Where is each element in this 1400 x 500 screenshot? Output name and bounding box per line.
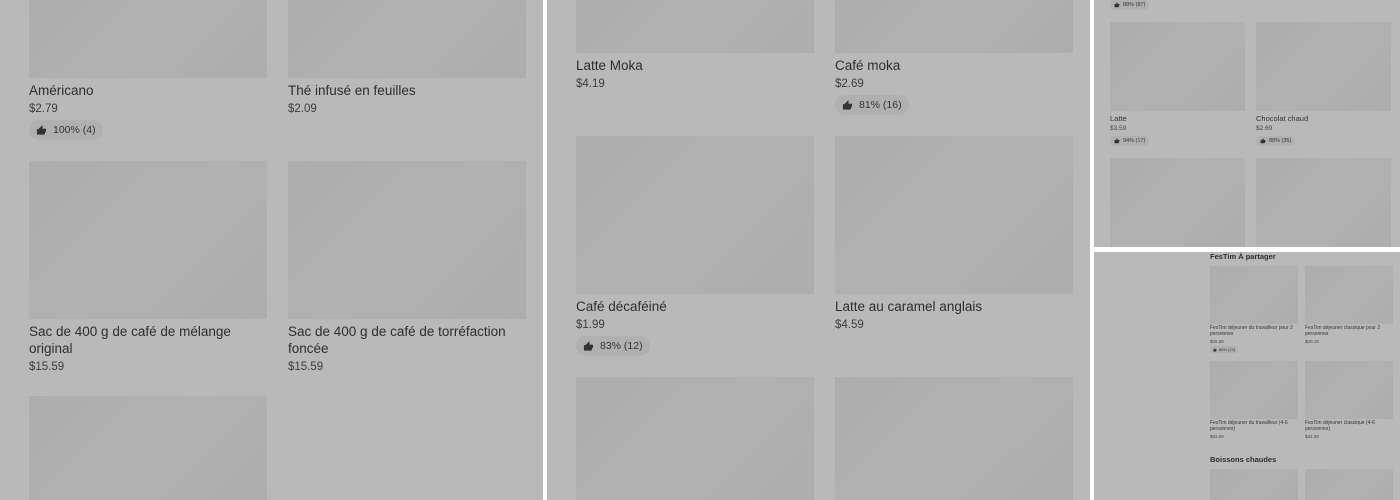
product-price: $2.69 — [1256, 125, 1273, 132]
product-name[interactable]: Chocolat chaud — [1256, 114, 1308, 123]
product-price: $3.59 — [1110, 125, 1127, 132]
product-name[interactable]: Sac de 400 g de café de mélange original — [29, 323, 259, 357]
product-image-cafe-decafeine[interactable] — [576, 136, 814, 294]
product-price: $52.59 — [1210, 434, 1224, 439]
product-name[interactable]: FesTim déjeuner du travailleur (4-6 pers… — [1210, 420, 1298, 432]
product-name[interactable]: Latte Moka — [576, 57, 643, 74]
product-image-sac-melange[interactable] — [29, 161, 267, 319]
product-image[interactable] — [1256, 158, 1391, 247]
product-image[interactable] — [576, 377, 814, 500]
product-name[interactable]: Latte au caramel anglais — [835, 298, 982, 315]
rating-text: 83% (12) — [600, 340, 643, 352]
thumbs-up-icon — [842, 99, 853, 111]
product-image-latte-caramel[interactable] — [835, 136, 1073, 294]
product-image[interactable] — [1210, 469, 1298, 500]
product-image[interactable] — [1210, 266, 1298, 324]
rating-text: 88% (87) — [1123, 2, 1146, 8]
menu-panel-1: Américano $2.79 100% (4) Thé infusé en f… — [0, 0, 543, 500]
product-price: $2.79 — [29, 103, 58, 115]
menu-panel-2: Latte Moka $4.19 Café moka $2.69 81% (16… — [547, 0, 1090, 500]
product-price: $2.69 — [835, 78, 864, 90]
product-name[interactable]: FesTim déjeuner du travailleur pour 2 pe… — [1210, 325, 1298, 337]
product-image-americano[interactable] — [29, 0, 267, 78]
section-heading: FesTim À partager — [1210, 252, 1276, 261]
product-image[interactable] — [1305, 266, 1393, 324]
product-image[interactable] — [1305, 361, 1393, 419]
product-price: $15.59 — [288, 361, 324, 373]
product-price: $42.29 — [1305, 434, 1319, 439]
product-image-latte[interactable] — [1110, 22, 1245, 111]
product-image[interactable] — [29, 396, 267, 500]
product-price: $15.59 — [29, 361, 65, 373]
rating-text: 88% (35) — [1269, 138, 1292, 144]
product-name[interactable]: Café moka — [835, 57, 900, 74]
section-heading: Boissons chaudes — [1210, 455, 1277, 464]
product-name[interactable]: FesTim déjeuner classique (4-6 personnes… — [1305, 420, 1393, 432]
product-image[interactable] — [1305, 469, 1393, 500]
product-price: $25.69 — [1210, 339, 1224, 344]
product-image-the-infuse[interactable] — [288, 0, 526, 78]
thumbs-up-icon — [36, 124, 47, 136]
thumbs-up-icon — [1260, 138, 1266, 144]
rating-badge: 100% (4) — [29, 120, 103, 140]
rating-badge: 81% (16) — [835, 95, 909, 115]
thumbs-up-icon — [1114, 138, 1120, 144]
rating-badge: 88% (35) — [1256, 136, 1296, 146]
product-name[interactable]: Sac de 400 g de café de torréfaction fon… — [288, 323, 526, 357]
rating-badge: 94% (17) — [1110, 136, 1150, 146]
product-name[interactable]: FesTim déjeuner classique pour 2 personn… — [1305, 325, 1393, 337]
thumbs-up-icon — [1114, 2, 1120, 8]
rating-badge: 88% (87) — [1110, 0, 1150, 10]
thumbs-up-icon — [1213, 347, 1217, 351]
menu-panel-3: 88% (87) Latte $3.59 94% (17) Chocolat c… — [1094, 0, 1400, 247]
product-image-chocolat-chaud[interactable] — [1256, 22, 1391, 111]
rating-text: 94% (17) — [1123, 138, 1146, 144]
product-image-sac-torrefaction[interactable] — [288, 161, 526, 319]
rating-text: 81% (16) — [859, 99, 902, 111]
rating-text: 100% (4) — [53, 124, 96, 136]
rating-badge: 86% (22) — [1210, 346, 1239, 353]
product-price: $20.19 — [1305, 339, 1319, 344]
menu-panel-4: FesTim À partager FesTim déjeuner du tra… — [1094, 252, 1400, 500]
product-name[interactable]: Café décaféiné — [576, 298, 667, 315]
product-name[interactable]: Latte — [1110, 114, 1127, 123]
rating-badge: 83% (12) — [576, 336, 650, 356]
product-name[interactable]: Américano — [29, 82, 94, 99]
product-image[interactable] — [835, 377, 1073, 500]
product-price: $2.09 — [288, 103, 317, 115]
product-price: $1.99 — [576, 319, 605, 331]
product-image[interactable] — [1210, 361, 1298, 419]
thumbs-up-icon — [583, 340, 594, 352]
product-image-latte-moka[interactable] — [576, 0, 814, 53]
product-price: $4.19 — [576, 78, 605, 90]
product-image[interactable] — [1110, 158, 1245, 247]
product-name[interactable]: Thé infusé en feuilles — [288, 82, 416, 99]
product-image-cafe-moka[interactable] — [835, 0, 1073, 53]
rating-text: 86% (22) — [1219, 347, 1236, 352]
product-price: $4.59 — [835, 319, 864, 331]
